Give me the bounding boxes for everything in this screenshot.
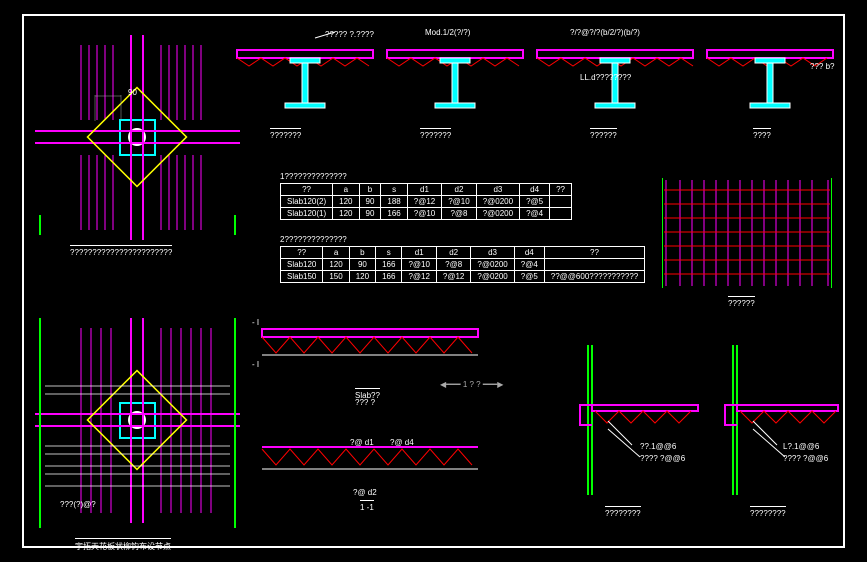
plan-view-bottom [35,318,240,528]
section-ibeam-1 [235,30,375,120]
annot-2: Mod.1/2(?/?) [425,28,470,37]
sec1-title: ??????? [270,128,301,140]
truss-section-lower [260,445,480,485]
plan-top-title: ??????????????????????? [70,245,172,257]
mid-arrow: ◀━━━ 1 ? ? ━━━▶ [440,380,503,389]
sec-i: - I [252,318,259,327]
sec2-title: ??????? [420,128,451,140]
section-ibeam-2 [385,30,525,120]
edge-detail-2 [715,345,840,495]
slab-table-1: ??absd1d2d3d4??Slab120(2)12090188?@12?@1… [280,183,572,220]
sec3-title: ?????? [590,128,617,140]
section-ibeam-4 [705,30,835,120]
annot-5: ??? b? [810,62,834,71]
table2-title: 2?????????????? [280,235,347,244]
rebar-plan [662,178,832,288]
plan-bottom-annot: ???(?)@? [60,500,96,509]
dim-label: 90 [128,88,137,97]
sec4-title: ???? [753,128,771,140]
drawing-title: 宇拓天花板状柳钩布设节点 [75,538,171,552]
mid-note2: ??? ? [355,398,375,407]
edge2-annot2: ???? ?@@6 [783,454,828,463]
sec-1-1: 1 -1 [360,500,374,512]
d1-label: ?@ d1 [350,438,374,447]
edge1-title: ???????? [605,506,641,518]
edge-detail-1 [570,345,700,495]
sec-i2: - I [252,360,259,369]
slab-table-2: ??absd1d2d3d4??Slab12012090166?@10?@8?@0… [280,246,645,283]
table1-title: 1?????????????? [280,172,347,181]
d4-label: ?@ d4 [390,438,414,447]
d2-label: ?@ d2 [353,488,377,497]
edge1-annot1: ??.1@@6 [640,442,676,451]
plan-view-top [35,35,240,240]
edge2-annot1: L?.1@@6 [783,442,819,451]
edge1-annot2: ???? ?@@6 [640,454,685,463]
annot-4: LL.d???????? [580,73,631,82]
truss-section-upper [260,325,480,365]
annot-1: ????? ?.???? [325,30,374,39]
rebar-plan-title: ?????? [728,296,755,308]
annot-3: ?/?@?/?(b/2/?)(b/?) [570,28,640,37]
edge2-title: ???????? [750,506,786,518]
